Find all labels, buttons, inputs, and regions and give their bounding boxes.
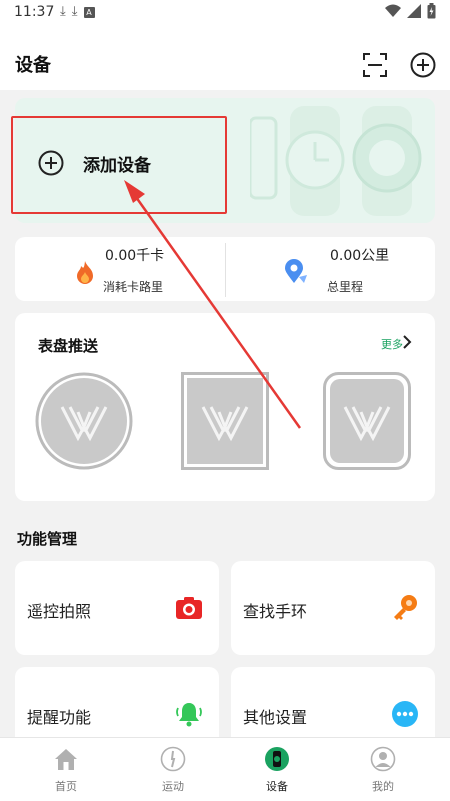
signal-icon xyxy=(407,4,421,18)
key-icon xyxy=(394,595,417,620)
more-dials-link[interactable]: 更多 xyxy=(381,336,403,352)
round-dial[interactable] xyxy=(35,372,133,470)
chevron-right-icon[interactable] xyxy=(401,333,413,351)
add-device-header-icon[interactable] xyxy=(410,52,436,78)
calories-value: 0.00千卡 xyxy=(105,248,165,264)
distance-stat: 0.00公里 总里程 xyxy=(225,237,435,301)
home-icon xyxy=(55,749,77,770)
download-icon: ⤓ xyxy=(71,4,84,19)
watch-icon xyxy=(265,747,289,771)
page-title: 设备 xyxy=(15,55,51,76)
more-icon xyxy=(392,701,418,727)
rounded-square-dial[interactable] xyxy=(323,372,411,470)
find-band-label: 查找手环 xyxy=(243,602,308,621)
dial-push-card: 表盘推送 更多 xyxy=(15,313,435,501)
watch-illustration xyxy=(250,106,422,216)
nav-device[interactable]: 设备 xyxy=(221,738,333,801)
notification-icons: ⤓⤓ A xyxy=(60,4,95,19)
a-icon: A xyxy=(83,7,95,18)
download-icon: ⤓ xyxy=(60,4,72,19)
other-settings-label: 其他设置 xyxy=(243,708,308,727)
status-bar: 11:37 ⤓⤓ A xyxy=(0,0,450,26)
scan-icon[interactable] xyxy=(362,52,388,78)
bell-icon xyxy=(176,703,202,727)
bottom-nav: 首页 运动 设备 我的 xyxy=(0,737,450,801)
calories-label: 消耗卡路里 xyxy=(103,280,164,294)
run-icon xyxy=(160,746,186,772)
status-time: 11:37 xyxy=(14,4,55,20)
nav-mine-label: 我的 xyxy=(372,780,394,793)
remote-photo-card[interactable]: 遥控拍照 xyxy=(15,561,219,655)
distance-label: 总里程 xyxy=(327,280,364,294)
nav-device-label: 设备 xyxy=(266,780,288,793)
nav-home[interactable]: 首页 xyxy=(10,738,122,801)
reminder-label: 提醒功能 xyxy=(27,708,92,727)
stats-card: 0.00千卡 消耗卡路里 0.00公里 总里程 xyxy=(15,237,435,301)
add-circle-icon[interactable] xyxy=(38,150,64,176)
add-device-label[interactable]: 添加设备 xyxy=(83,151,151,176)
battery-icon xyxy=(427,3,436,19)
function-section-title: 功能管理 xyxy=(17,530,78,548)
nav-sport-label: 运动 xyxy=(162,780,184,793)
calories-stat: 0.00千卡 消耗卡路里 xyxy=(15,237,225,301)
dial-push-title: 表盘推送 xyxy=(38,337,99,355)
profile-icon xyxy=(370,746,396,772)
nav-sport[interactable]: 运动 xyxy=(117,738,229,801)
square-dial[interactable] xyxy=(181,372,269,470)
wifi-icon xyxy=(385,4,401,17)
system-icons xyxy=(385,3,436,19)
location-icon xyxy=(285,259,307,283)
nav-home-label: 首页 xyxy=(55,780,77,793)
nav-mine[interactable]: 我的 xyxy=(327,738,439,801)
find-band-card[interactable]: 查找手环 xyxy=(231,561,435,655)
distance-value: 0.00公里 xyxy=(330,248,390,264)
remote-photo-label: 遥控拍照 xyxy=(27,602,92,621)
flame-icon xyxy=(77,261,93,284)
camera-icon xyxy=(176,597,202,619)
